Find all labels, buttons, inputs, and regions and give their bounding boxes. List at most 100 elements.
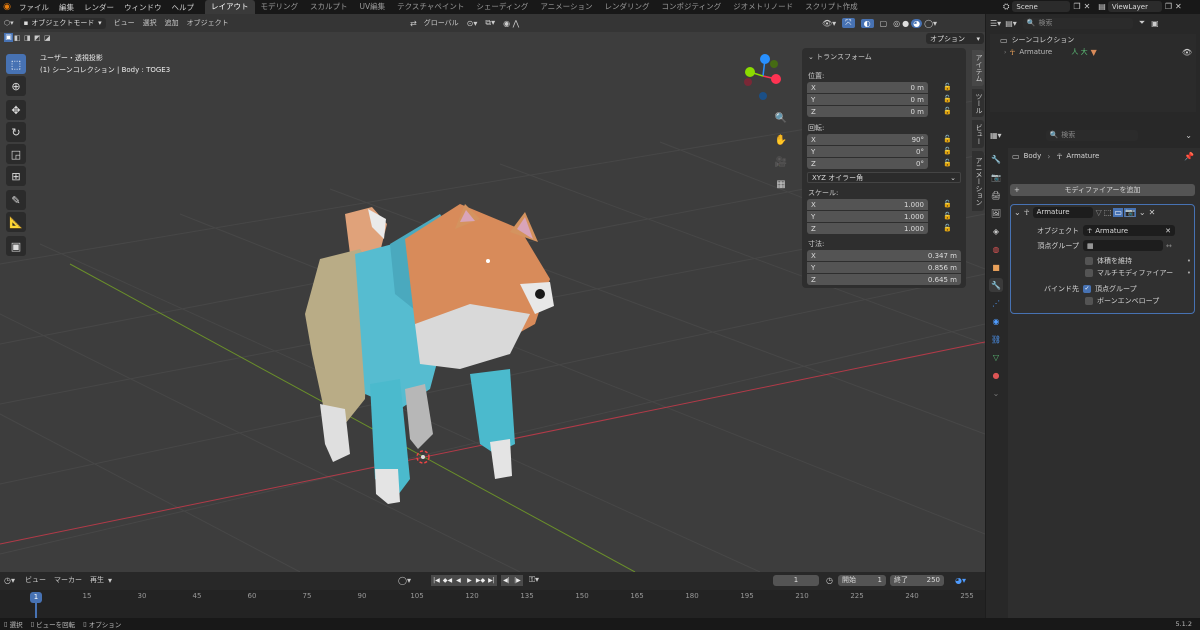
outliner-filter-icon[interactable]: ⏷	[1139, 18, 1145, 28]
camera-icon[interactable]: 🎥	[773, 154, 789, 170]
menu-render[interactable]: レンダー	[79, 2, 119, 13]
object-props-icon[interactable]: ■	[989, 260, 1003, 274]
cursor-tool[interactable]: ⊕	[6, 76, 26, 96]
output-props-icon[interactable]: 🖨	[989, 188, 1003, 202]
add-modifier-button[interactable]: + モディファイアーを追加	[1010, 184, 1195, 196]
modifier-menu-icon[interactable]: ⌄	[1139, 208, 1146, 217]
jump-end-icon[interactable]: ▶|	[485, 574, 497, 586]
measure-tool[interactable]: 📐	[6, 212, 26, 232]
expand-icon[interactable]: ›	[1004, 49, 1006, 56]
play-icon[interactable]: ▶	[463, 574, 475, 586]
particles-icon[interactable]: ⋰	[989, 296, 1003, 310]
pin-menu-icon[interactable]: ⌄	[1185, 131, 1192, 140]
tab-compositing[interactable]: コンポジティング	[656, 0, 728, 14]
editor-type-icon[interactable]: ⬡▾	[0, 19, 18, 27]
invert-icon[interactable]: ↔	[1166, 242, 1172, 250]
tab-geometry-nodes[interactable]: ジオメトリノード	[727, 0, 799, 14]
render-display-icon[interactable]: 📷	[1123, 207, 1136, 217]
lock-icon[interactable]: 🔓	[943, 159, 952, 168]
tab-scripting[interactable]: スクリプト作成	[799, 0, 864, 14]
overlay-toggle-icon[interactable]: ◐	[860, 18, 874, 28]
tab-animation[interactable]: アニメーション	[534, 0, 598, 14]
outliner-editor-icon[interactable]: ☰▾	[990, 19, 1001, 28]
lock-icon[interactable]: 🔓	[943, 107, 952, 116]
scale-x[interactable]: X 1.000	[807, 199, 928, 210]
tab-item[interactable]: アイテム	[972, 50, 984, 86]
current-frame-field[interactable]: 1	[773, 574, 819, 586]
menu-window[interactable]: ウィンドウ	[119, 2, 167, 13]
more-tabs-icon[interactable]: ⌄	[989, 386, 1003, 400]
eye-icon[interactable]: 👁	[1182, 48, 1192, 57]
annotate-tool[interactable]: ✎	[6, 190, 26, 210]
view-layer-icon[interactable]: 🖼	[989, 206, 1003, 220]
transform-tool[interactable]: ⊞	[6, 166, 26, 186]
select-intersect-icon[interactable]: ◪	[44, 34, 53, 42]
lock-icon[interactable]: 🔓	[943, 83, 952, 92]
remove-modifier-icon[interactable]: ✕	[1149, 208, 1156, 217]
menu-add[interactable]: 追加	[161, 18, 183, 28]
select-invert-icon[interactable]: ◩	[34, 34, 43, 42]
location-z[interactable]: Z0 m	[807, 106, 928, 117]
mode-select[interactable]: ▪ オブジェクトモード ▾	[19, 17, 106, 29]
gizmo-toggle-icon[interactable]: ⤧	[842, 18, 855, 28]
preview-range-icon[interactable]: ◷	[826, 576, 833, 585]
dimension-z[interactable]: Z 0.645 m	[807, 274, 961, 285]
editmode-icon[interactable]: ⬚	[1104, 208, 1112, 217]
lock-icon[interactable]: 🔓	[943, 212, 952, 221]
constraints-icon[interactable]: ⛓	[989, 332, 1003, 346]
menu-edit[interactable]: 編集	[54, 2, 79, 13]
rotation-mode-select[interactable]: XYZ オイラー角 ⌄	[807, 172, 961, 183]
pivot-icon[interactable]: ⊙▾	[467, 19, 478, 28]
scale-y[interactable]: Y 1.000	[807, 211, 928, 222]
menu-help[interactable]: ヘルプ	[167, 2, 200, 13]
outliner-search[interactable]: 🔍 検索	[1022, 17, 1133, 29]
outliner-item-armature[interactable]: › ☥ Armature 人 大 ▼ 👁	[990, 46, 1196, 58]
tab-shading[interactable]: シェーディング	[470, 0, 534, 14]
snap-icon[interactable]: ⧉▾	[485, 18, 495, 28]
location-x[interactable]: X0 m	[807, 82, 928, 93]
lock-icon[interactable]: 🔓	[943, 147, 952, 156]
hand-pan-icon[interactable]: ✋	[773, 132, 789, 148]
preserve-volume-checkbox[interactable]	[1085, 257, 1093, 265]
options-dropdown[interactable]: オプション ▾	[926, 33, 984, 44]
navigation-gizmo[interactable]	[744, 54, 781, 100]
zoom-icon[interactable]: 🔍	[773, 110, 789, 126]
shiba-dog-model[interactable]	[305, 204, 554, 504]
timeline-menu-marker[interactable]: マーカー	[50, 575, 86, 585]
scale-z[interactable]: Z 1.000	[807, 223, 928, 234]
vertex-group-field[interactable]: ▦	[1083, 240, 1163, 251]
outliner-scene-collection[interactable]: ▭ シーンコレクション	[990, 34, 1196, 46]
properties-search[interactable]: 🔍 検索	[1045, 129, 1138, 141]
lock-icon[interactable]: 🔓	[943, 224, 952, 233]
viewport-display-icon[interactable]: ▭	[1113, 207, 1123, 217]
bone-envelopes-row[interactable]: ボーンエンベロープ	[1085, 296, 1191, 306]
lock-icon[interactable]: 🔓	[943, 95, 952, 104]
rotate-tool[interactable]: ↻	[6, 122, 26, 142]
multi-modifier-checkbox[interactable]	[1085, 269, 1093, 277]
jump-keyframe-back-icon[interactable]: ◆◀	[441, 574, 453, 586]
rotation-z[interactable]: Z 0°	[807, 158, 928, 169]
render-props-icon[interactable]: 📷	[989, 170, 1003, 184]
move-tool[interactable]: ✥	[6, 100, 26, 120]
tab-layout[interactable]: レイアウト	[205, 0, 255, 14]
rendered-shading-icon[interactable]: ◯▾	[924, 19, 937, 28]
tab-tool[interactable]: ツール	[972, 89, 984, 117]
new-collection-icon[interactable]: ▣	[1151, 19, 1159, 28]
object-field[interactable]: ☥ Armature ✕	[1083, 225, 1175, 236]
wireframe-shading-icon[interactable]: ◎	[893, 19, 900, 28]
bone-envelopes-checkbox[interactable]	[1085, 297, 1093, 305]
tab-uv[interactable]: UV編集	[354, 0, 392, 14]
end-frame-field[interactable]: 終了 250	[890, 574, 944, 586]
start-frame-field[interactable]: 開始 1	[838, 574, 886, 586]
jump-keyframe-fwd-icon[interactable]: ▶◆	[474, 574, 486, 586]
tab-view[interactable]: ビュー	[972, 120, 984, 148]
prev-key-icon[interactable]: ◀|	[500, 574, 512, 586]
grid-persp-icon[interactable]: ▦	[773, 176, 789, 192]
xray-icon[interactable]: ▢	[880, 19, 888, 28]
tab-sculpt[interactable]: スカルプト	[304, 0, 354, 14]
blender-logo-icon[interactable]: ◉	[0, 2, 14, 12]
proportional-icon[interactable]: ◉ ⋀	[503, 19, 519, 28]
rotation-y[interactable]: Y 0°	[807, 146, 928, 157]
play-reverse-icon[interactable]: ◀	[452, 574, 464, 586]
vertex-groups-checkbox[interactable]: ✓	[1083, 285, 1091, 293]
